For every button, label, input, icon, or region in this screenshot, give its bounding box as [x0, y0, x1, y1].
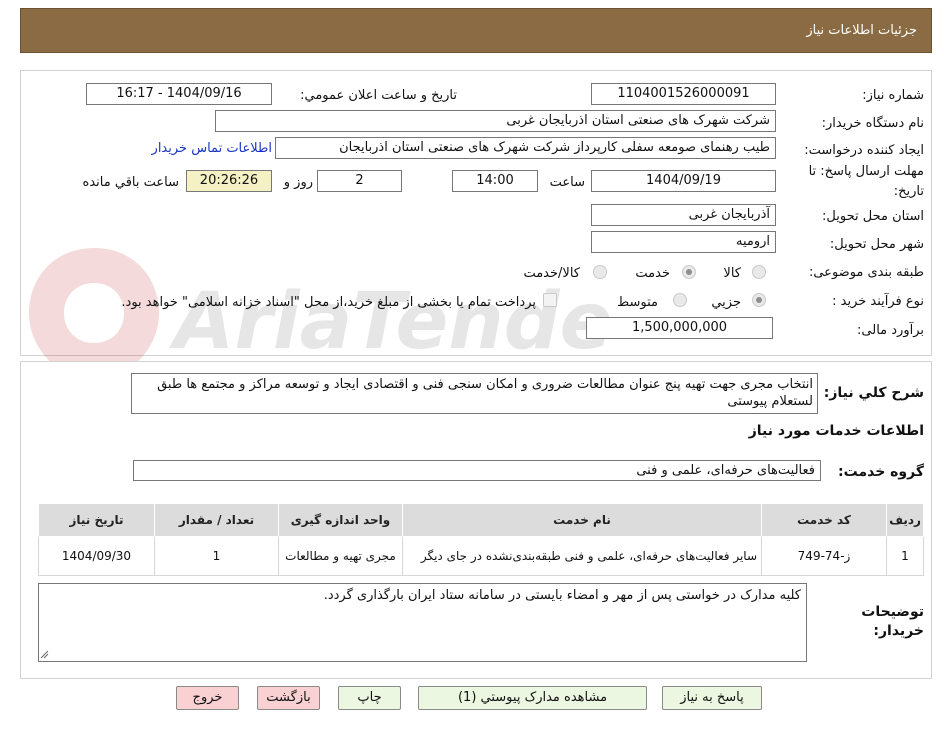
- need-number-field: 1104001526000091: [591, 83, 776, 105]
- category-service-label: خدمت: [635, 266, 670, 281]
- table-row: 1 ز-74-749 سایر فعالیت‌های حرفه‌ای، علمی…: [38, 536, 924, 576]
- category-both-radio[interactable]: [593, 265, 607, 279]
- time-remaining-label: ساعت باقي مانده: [82, 175, 179, 190]
- buyer-notes-textarea[interactable]: کلیه مدارک در خواستی پس از مهر و امضاء ب…: [38, 583, 807, 662]
- col-row-number: رديف: [886, 503, 924, 537]
- page-header: جزئیات اطلاعات نیاز: [20, 8, 932, 53]
- col-service-name: نام خدمت: [402, 503, 762, 537]
- cell-quantity: 1: [154, 536, 279, 576]
- resize-grip-icon[interactable]: [40, 650, 49, 659]
- col-quantity: تعداد / مقدار: [154, 503, 279, 537]
- print-button[interactable]: چاپ: [338, 686, 401, 710]
- service-group-field: فعالیت‌های حرفه‌ای، علمی و فنی: [133, 460, 821, 481]
- treasury-payment-note: پرداخت تمام یا بخشی از مبلغ خرید،از محل …: [121, 295, 536, 310]
- deadline-label: مهلت ارسال پاسخ: تا: [808, 164, 924, 179]
- requester-label: ايجاد کننده درخواست:: [804, 143, 924, 158]
- category-goods-label: کالا: [723, 266, 741, 281]
- cell-service-code: ز-74-749: [761, 536, 887, 576]
- buyer-notes-label-2: خریدار:: [873, 623, 924, 639]
- treasury-payment-checkbox[interactable]: [543, 293, 557, 307]
- table-header-row: رديف کد خدمت نام خدمت واحد اندازه گیری ت…: [38, 503, 924, 537]
- city-field: ارومیه: [591, 231, 776, 253]
- buyer-contact-link[interactable]: اطلاعات تماس خریدار: [152, 141, 272, 156]
- need-number-label: شماره نیاز:: [862, 88, 924, 103]
- category-service-radio[interactable]: [682, 265, 696, 279]
- reply-button[interactable]: پاسخ به نیاز: [662, 686, 762, 710]
- budget-label: برآورد مالی:: [857, 323, 924, 338]
- col-service-code: کد خدمت: [761, 503, 887, 537]
- province-label: استان محل تحویل:: [822, 209, 924, 224]
- days-remaining-field: 2: [317, 170, 402, 192]
- deadline-date-field: 1404/09/19: [591, 170, 776, 192]
- cell-need-date: 1404/09/30: [38, 536, 155, 576]
- exit-button[interactable]: خروج: [176, 686, 239, 710]
- deadline-time-field: 14:00: [452, 170, 538, 192]
- service-group-label: گروه خدمت:: [838, 464, 924, 480]
- category-label: طبقه بندی موضوعی:: [808, 265, 924, 280]
- page-title: جزئیات اطلاعات نیاز: [806, 23, 917, 38]
- description-textarea[interactable]: انتخاب مجری جهت تهیه پنج عنوان مطالعات ض…: [131, 373, 818, 414]
- announce-label: تاریخ و ساعت اعلان عمومي:: [300, 88, 457, 103]
- services-section-title: اطلاعات خدمات مورد نیاز: [748, 423, 924, 439]
- buyer-notes-label: توضیحات: [861, 604, 924, 620]
- cell-unit: مجری تهیه و مطالعات: [278, 536, 403, 576]
- budget-field: 1,500,000,000: [586, 317, 773, 339]
- process-minor-radio[interactable]: [752, 293, 766, 307]
- announce-datetime-field: 1404/09/16 - 16:17: [86, 83, 272, 105]
- cell-service-name: سایر فعالیت‌های حرفه‌ای، علمی و فنی طبقه…: [402, 536, 762, 576]
- day-label: روز و: [283, 175, 313, 190]
- deadline-time-label: ساعت: [549, 175, 585, 190]
- process-minor-label: جزیي: [711, 295, 741, 310]
- time-remaining-field: 20:26:26: [186, 170, 272, 192]
- cell-row-number: 1: [886, 536, 924, 576]
- buyer-org-label: نام دستگاه خريدار:: [821, 116, 924, 131]
- col-unit: واحد اندازه گیری: [278, 503, 403, 537]
- buyer-org-field: شرکت شهرک های صنعتی استان اذربایجان غربی: [215, 110, 776, 132]
- category-both-label: کالا/خدمت: [523, 266, 580, 281]
- view-attachments-button[interactable]: مشاهده مدارک پیوستي (1): [418, 686, 647, 710]
- deadline-label-2: تاریخ:: [893, 184, 924, 199]
- requester-field: طیب رهنمای صومعه سفلی کارپرداز شرکت شهرک…: [275, 137, 776, 159]
- city-label: شهر محل تحویل:: [829, 237, 924, 252]
- process-label: نوع فرآیند خرید :: [832, 294, 924, 309]
- description-label: شرح کلي نياز:: [823, 385, 924, 401]
- category-goods-radio[interactable]: [752, 265, 766, 279]
- process-medium-label: متوسط: [617, 295, 658, 310]
- province-field: آذربایجان غربی: [591, 204, 776, 226]
- services-table: رديف کد خدمت نام خدمت واحد اندازه گیری ت…: [38, 503, 924, 576]
- back-button[interactable]: بازگشت: [257, 686, 320, 710]
- process-medium-radio[interactable]: [673, 293, 687, 307]
- col-need-date: تاریخ نیاز: [38, 503, 155, 537]
